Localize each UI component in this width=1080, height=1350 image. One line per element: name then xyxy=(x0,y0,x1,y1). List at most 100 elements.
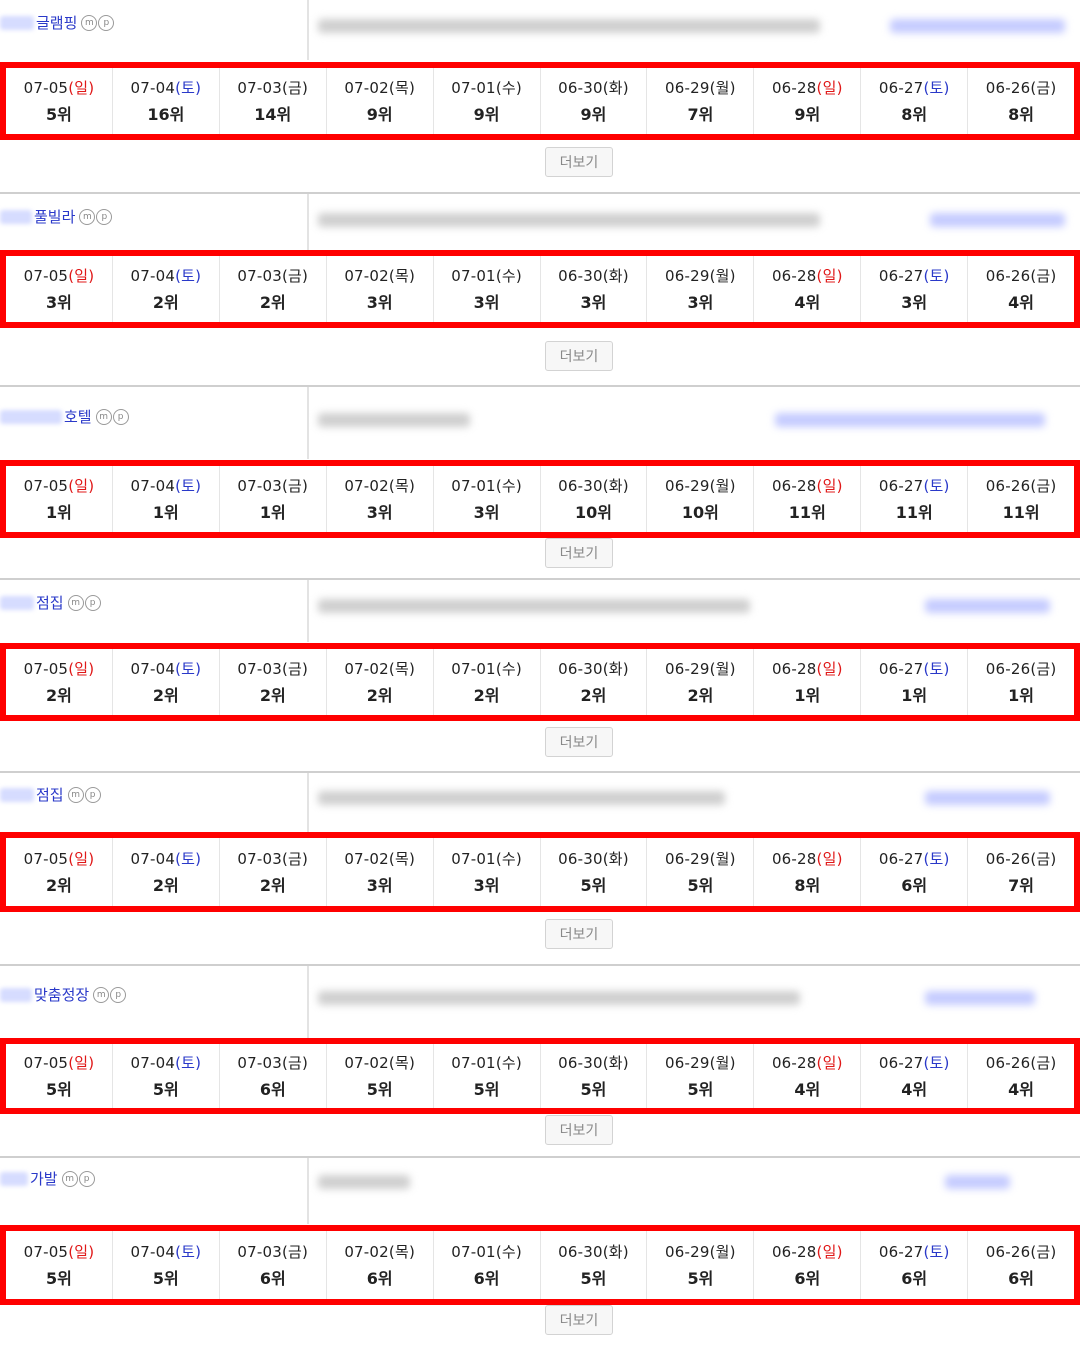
month-day: 06-29 xyxy=(665,477,710,495)
day-of-week: (토) xyxy=(923,660,950,678)
rank-cell: 07-05(일) 5위 xyxy=(6,1044,113,1108)
rank-cell: 07-01(수) 3위 xyxy=(434,466,541,532)
month-day: 06-27 xyxy=(878,1054,924,1072)
rank-value: 3위 xyxy=(366,503,393,522)
blurred-title-link[interactable] xyxy=(890,19,1065,33)
month-day: 06-26 xyxy=(985,1054,1031,1072)
rank-cell: 06-28(일) 11위 xyxy=(754,466,862,532)
pc-icon: p xyxy=(84,594,101,611)
blurred-title-link[interactable] xyxy=(925,599,1050,613)
pc-icon: p xyxy=(96,208,113,225)
rank-value: 5위 xyxy=(473,1080,500,1099)
rank-cell: 06-30(화) 10위 xyxy=(541,466,648,532)
more-button[interactable]: 더보기 xyxy=(545,919,613,949)
rank-cell: 07-02(목) 5위 xyxy=(327,1044,434,1108)
day-of-week: (토) xyxy=(923,1054,950,1072)
blurred-title-link[interactable] xyxy=(945,1175,1010,1189)
day-of-week: (일) xyxy=(816,79,843,97)
rank-value: 2위 xyxy=(259,876,286,895)
day-of-week: (금) xyxy=(282,850,309,868)
rank-cell: 06-30(화) 5위 xyxy=(541,1044,648,1108)
rank-date: 06-28(일) xyxy=(772,475,843,496)
rank-date: 06-29(월) xyxy=(665,1052,736,1073)
keyword-label[interactable]: 풀빌라 m p xyxy=(0,206,113,227)
more-button[interactable]: 더보기 xyxy=(545,147,613,177)
month-day: 06-28 xyxy=(771,660,817,678)
rank-value: 3위 xyxy=(46,293,72,312)
rank-date: 07-03(금) xyxy=(237,1052,308,1073)
rank-value: 2위 xyxy=(366,686,393,705)
blurred-url xyxy=(318,19,820,33)
keyword-text[interactable]: 점집 xyxy=(36,592,64,613)
month-day: 07-05 xyxy=(23,267,69,285)
rank-value: 3위 xyxy=(580,293,607,312)
day-of-week: (월) xyxy=(709,850,736,868)
group-7-header: 가발 m p xyxy=(0,1158,1080,1224)
day-of-week: (토) xyxy=(923,1243,950,1261)
month-day: 07-04 xyxy=(130,1054,176,1072)
month-day: 07-04 xyxy=(130,1243,176,1261)
month-day: 07-01 xyxy=(451,1243,496,1261)
keyword-label[interactable]: 호텔 m p xyxy=(0,406,130,427)
rank-value: 6위 xyxy=(259,1080,286,1099)
rank-value: 4위 xyxy=(794,1080,821,1099)
day-of-week: (목) xyxy=(388,267,416,285)
more-button[interactable]: 더보기 xyxy=(545,1305,613,1335)
rank-cell: 07-01(수) 2위 xyxy=(434,649,541,715)
day-of-week: (수) xyxy=(495,850,522,868)
month-day: 06-29 xyxy=(665,1243,710,1261)
rank-value: 6위 xyxy=(901,1269,928,1288)
keyword-text[interactable]: 점집 xyxy=(36,784,64,805)
blurred-url xyxy=(318,413,470,427)
blurred-title-link[interactable] xyxy=(930,213,1065,227)
keyword-label[interactable]: 점집 m p xyxy=(0,592,102,613)
day-of-week: (일) xyxy=(68,1054,95,1072)
month-day: 06-30 xyxy=(558,850,603,868)
rank-date: 06-29(월) xyxy=(665,475,736,496)
rank-cell: 06-28(일) 8위 xyxy=(754,838,862,906)
keyword-label[interactable]: 점집 m p xyxy=(0,784,102,805)
rank-cell: 06-27(토) 11위 xyxy=(861,466,969,532)
day-of-week: (일) xyxy=(68,1243,95,1261)
rank-cell: 07-05(일) 5위 xyxy=(6,68,113,134)
day-of-week: (금) xyxy=(282,1243,309,1261)
mobile-pc-icons: mp xyxy=(67,786,102,803)
keyword-text[interactable]: 글램핑 xyxy=(36,12,77,33)
more-button[interactable]: 더보기 xyxy=(545,727,613,757)
blurred-title-link[interactable] xyxy=(925,791,1050,805)
rank-date: 06-26(금) xyxy=(986,265,1057,286)
month-day: 06-27 xyxy=(878,850,924,868)
blurred-title-link[interactable] xyxy=(775,413,1045,427)
keyword-text[interactable]: 맞춤정장 xyxy=(34,984,89,1005)
month-day: 06-30 xyxy=(558,660,603,678)
more-button[interactable]: 더보기 xyxy=(545,1115,613,1145)
day-of-week: (일) xyxy=(816,477,843,495)
more-button[interactable]: 더보기 xyxy=(545,341,613,371)
rank-value: 2위 xyxy=(473,686,500,705)
month-day: 07-05 xyxy=(23,477,69,495)
rank-cell: 06-26(금) 4위 xyxy=(968,1044,1074,1108)
day-of-week: (금) xyxy=(1030,850,1057,868)
rank-date: 07-03(금) xyxy=(237,265,308,286)
keyword-text[interactable]: 호텔 xyxy=(64,406,92,427)
blurred-title-link[interactable] xyxy=(925,991,1035,1005)
blurred-keyword-prefix xyxy=(0,787,34,802)
more-button[interactable]: 더보기 xyxy=(545,538,613,568)
rank-value: 5위 xyxy=(580,876,607,895)
day-of-week: (토) xyxy=(175,1243,202,1261)
keyword-label[interactable]: 글램핑 m p xyxy=(0,12,115,33)
keyword-text[interactable]: 풀빌라 xyxy=(34,206,75,227)
month-day: 06-28 xyxy=(771,79,817,97)
month-day: 07-01 xyxy=(451,850,496,868)
rank-cell: 07-01(수) 9위 xyxy=(434,68,541,134)
rank-value: 3위 xyxy=(473,293,500,312)
keyword-label[interactable]: 맞춤정장 m p xyxy=(0,984,127,1005)
keyword-label[interactable]: 가발 m p xyxy=(0,1168,96,1189)
month-day: 07-01 xyxy=(451,1054,496,1072)
rank-date: 07-05(일) xyxy=(24,848,95,869)
month-day: 07-02 xyxy=(344,1054,389,1072)
day-of-week: (수) xyxy=(495,660,522,678)
rank-value: 3위 xyxy=(366,293,393,312)
day-of-week: (목) xyxy=(388,1243,416,1261)
keyword-text[interactable]: 가발 xyxy=(30,1168,58,1189)
